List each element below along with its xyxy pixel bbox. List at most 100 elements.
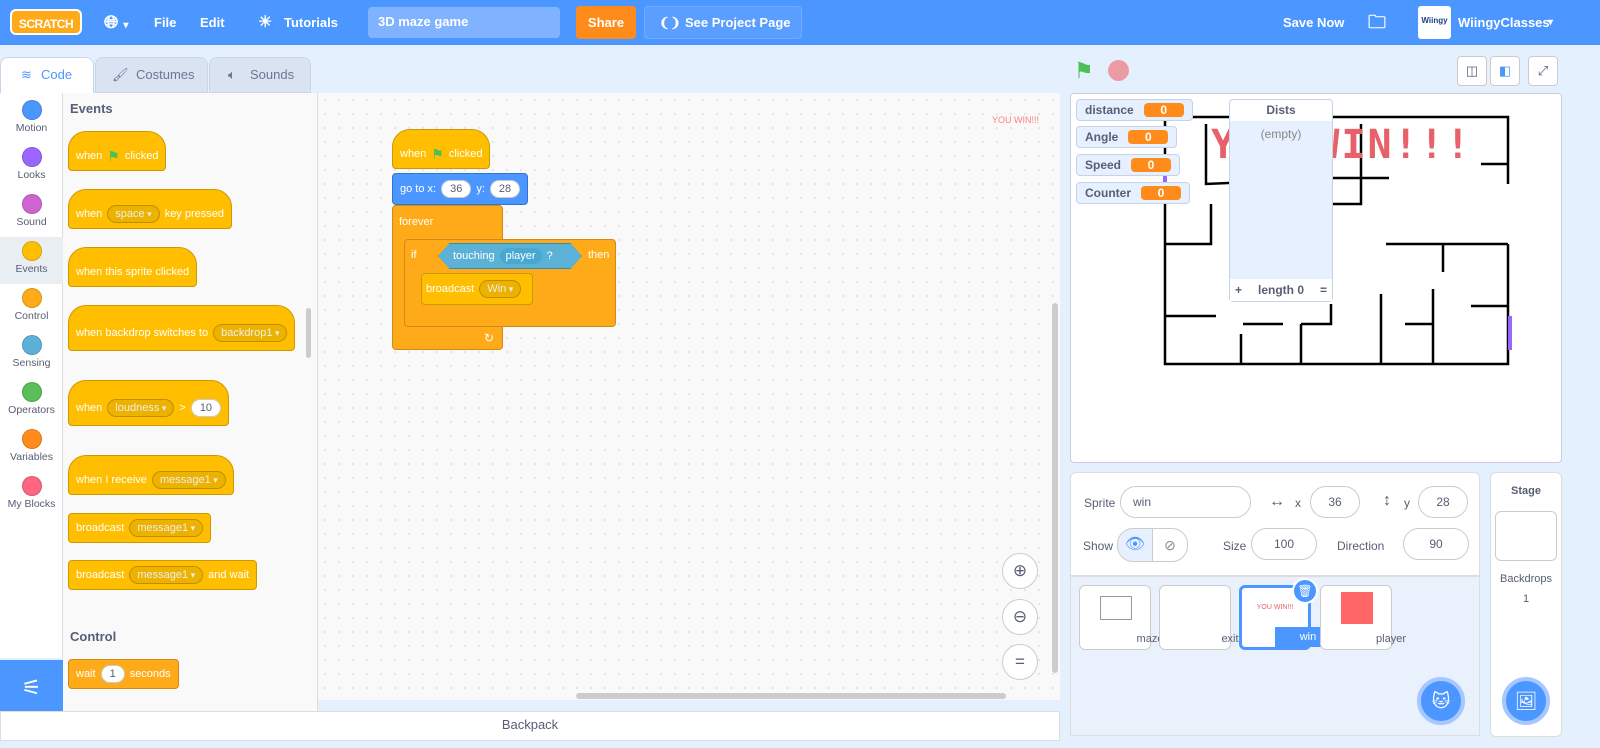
- fullscreen-button[interactable]: ⤢: [1528, 56, 1558, 86]
- hide-sprite-button[interactable]: ⊘: [1152, 528, 1188, 562]
- block-when-backdrop-switches[interactable]: when backdrop switches to backdrop1: [68, 305, 296, 351]
- sensor-dropdown[interactable]: loudness: [107, 399, 175, 417]
- y-input[interactable]: 28: [1418, 486, 1468, 518]
- zoom-out-button[interactable]: ⊖: [1002, 599, 1038, 635]
- category-my-blocks[interactable]: My Blocks: [0, 472, 63, 519]
- variables-dot: [21, 429, 42, 449]
- block-broadcast-and-wait[interactable]: broadcast message1 and wait: [68, 560, 258, 590]
- my-blocks-dot: [21, 476, 42, 496]
- y-input[interactable]: 28: [489, 180, 521, 198]
- n: Counter: [1085, 186, 1131, 200]
- category-looks[interactable]: Looks: [0, 143, 63, 190]
- tutorials-menu[interactable]: Tutorials: [284, 0, 338, 45]
- monitor-speed[interactable]: Speed 0: [1076, 154, 1181, 176]
- add-item-button[interactable]: +: [1235, 283, 1242, 297]
- zoom-in-button[interactable]: ⊕: [1002, 553, 1038, 589]
- tab-label: Costumes: [136, 67, 195, 82]
- touching-dropdown[interactable]: player: [499, 248, 542, 264]
- category-motion[interactable]: Motion: [0, 96, 63, 143]
- avatar[interactable]: Wiingy: [1418, 6, 1451, 39]
- monitor-distance[interactable]: distance 0: [1076, 99, 1193, 121]
- see-project-page-button[interactable]: ❨❩ See Project Page: [644, 6, 802, 39]
- chevron-down-icon[interactable]: ▾: [1548, 0, 1553, 45]
- resize-handle[interactable]: =: [1320, 283, 1327, 297]
- block-wait-seconds[interactable]: wait 1 seconds: [68, 659, 179, 689]
- backpack[interactable]: Backpack: [0, 711, 1060, 741]
- tab-costumes[interactable]: 🖌︎ Costumes: [95, 57, 208, 93]
- sprite-name-input[interactable]: win: [1120, 486, 1251, 518]
- category-sensing[interactable]: Sensing: [0, 331, 63, 378]
- touching-condition[interactable]: touching player?: [438, 243, 582, 269]
- direction-input[interactable]: 90: [1403, 528, 1469, 560]
- file-menu[interactable]: File: [154, 0, 176, 45]
- backdrop-thumbnail[interactable]: [1495, 511, 1557, 561]
- block-when-flag-clicked[interactable]: when ⚑ clicked: [68, 131, 167, 171]
- project-title-input[interactable]: 3D maze game: [368, 7, 560, 38]
- x-input[interactable]: 36: [1310, 486, 1360, 518]
- scratch-logo[interactable]: SCRATCH: [10, 9, 82, 35]
- list-monitor-dists[interactable]: Dists (empty) + length 0 =: [1229, 99, 1333, 302]
- message-dropdown[interactable]: message1: [129, 566, 204, 584]
- value-input[interactable]: 10: [190, 399, 222, 417]
- sprite-thumb-exit[interactable]: exit: [1159, 585, 1239, 650]
- choose-sprite-button[interactable]: 🐱︎: [1417, 677, 1465, 725]
- list-footer: + length 0 =: [1230, 279, 1332, 301]
- delete-sprite-icon[interactable]: 🗑︎: [1292, 578, 1318, 604]
- see-project-label: See Project Page: [685, 15, 791, 30]
- stage-panel[interactable]: Stage Backdrops 1 🖼︎: [1490, 472, 1562, 737]
- script-area[interactable]: YOU WIN!!! when ⚑ clicked go to x: 36 y: 28 f…: [318, 93, 1060, 700]
- control-heading: Control: [70, 629, 117, 644]
- category-variables[interactable]: Variables: [0, 425, 63, 472]
- edit-menu[interactable]: Edit: [200, 0, 225, 45]
- zoom-reset-button[interactable]: =: [1002, 644, 1038, 680]
- tab-label: Sounds: [250, 67, 295, 82]
- message-dropdown[interactable]: message1: [151, 471, 226, 489]
- message-dropdown[interactable]: message1: [129, 519, 204, 537]
- globe-icon[interactable]: 🌐︎ ▾: [104, 0, 128, 45]
- category-events[interactable]: Events: [0, 237, 63, 284]
- label: Motion: [15, 122, 48, 134]
- block-when-sprite-clicked[interactable]: when this sprite clicked: [68, 247, 198, 287]
- stop-button[interactable]: [1108, 60, 1129, 81]
- folder-icon[interactable]: 🗀: [1368, 0, 1386, 45]
- stage-canvas[interactable]: YOU WIN!!! distance 0 Angle 0 Speed 0 Count…: [1070, 93, 1562, 463]
- label: Looks: [17, 169, 46, 181]
- monitor-counter[interactable]: Counter 0: [1076, 182, 1190, 204]
- x-input[interactable]: 36: [441, 180, 472, 198]
- green-flag-button[interactable]: ⚑: [1074, 58, 1094, 84]
- category-control[interactable]: Control: [0, 284, 63, 331]
- script-when-flag-clicked[interactable]: when ⚑ clicked: [392, 129, 491, 169]
- size-input[interactable]: 100: [1251, 528, 1317, 560]
- block-when-key-pressed[interactable]: when space key pressed: [68, 189, 232, 229]
- show-visible-button[interactable]: 👁︎: [1117, 528, 1153, 562]
- sprite-thumb-player[interactable]: player: [1320, 585, 1406, 650]
- sprite-thumb-maze[interactable]: maze: [1079, 585, 1163, 650]
- message-dropdown[interactable]: Win: [479, 280, 522, 298]
- save-now-button[interactable]: Save Now: [1283, 0, 1344, 45]
- monitor-angle[interactable]: Angle 0: [1076, 126, 1178, 148]
- script-if-then[interactable]: if touching player? then broadcast Win: [404, 239, 616, 327]
- key-dropdown[interactable]: space: [107, 205, 160, 223]
- script-broadcast[interactable]: broadcast Win: [421, 273, 533, 305]
- block-when-greater-than[interactable]: when loudness >10: [68, 380, 230, 426]
- add-extension-button[interactable]: ⚟: [0, 660, 63, 715]
- choose-backdrop-button[interactable]: 🖼︎: [1502, 677, 1550, 725]
- tab-sounds[interactable]: 🔈︎ Sounds: [209, 57, 311, 93]
- share-button[interactable]: Share: [576, 6, 636, 39]
- tab-code[interactable]: ≋ Code: [0, 57, 94, 93]
- category-operators[interactable]: Operators: [0, 378, 63, 425]
- backdrop-dropdown[interactable]: backdrop1: [213, 324, 288, 342]
- label: Sound: [16, 216, 47, 228]
- block-when-i-receive[interactable]: when I receive message1: [68, 455, 234, 495]
- username[interactable]: WiingyClasses: [1458, 0, 1550, 45]
- vertical-scrollbar[interactable]: [1052, 303, 1058, 673]
- horizontal-scrollbar[interactable]: [576, 693, 1006, 699]
- category-sound[interactable]: Sound: [0, 190, 63, 237]
- small-stage-button[interactable]: ◫: [1457, 56, 1487, 86]
- loop-arrow-icon: ↻: [483, 331, 494, 345]
- block-broadcast[interactable]: broadcast message1: [68, 513, 212, 543]
- large-stage-button[interactable]: ◧: [1490, 56, 1520, 86]
- script-go-to-xy[interactable]: go to x: 36 y: 28: [392, 173, 529, 205]
- seconds-input[interactable]: 1: [100, 665, 125, 683]
- palette-scrollbar[interactable]: [306, 308, 311, 358]
